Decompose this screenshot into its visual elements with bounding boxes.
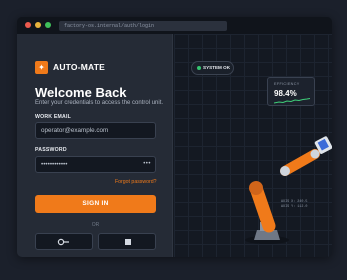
forgot-password-link[interactable]: Forgot password? bbox=[115, 179, 157, 185]
page-subtitle: Enter your credentials to access the con… bbox=[35, 100, 164, 106]
maximize-window-button[interactable] bbox=[45, 22, 51, 28]
robot-upper-arm bbox=[280, 149, 320, 176]
brand-name: AUTO-MATE bbox=[53, 62, 106, 72]
efficiency-label: EFFICIENCY bbox=[274, 82, 300, 86]
key-login-button[interactable] bbox=[35, 233, 93, 250]
key-icon bbox=[57, 238, 69, 246]
square-icon bbox=[125, 239, 131, 245]
robot-wrist-joint bbox=[310, 149, 320, 159]
app-window: factory-os.internal/auth/login ✦ AUTO-MA… bbox=[17, 17, 332, 257]
password-field[interactable]: •••••••••••• ••• bbox=[35, 156, 156, 173]
robot-elbow-joint bbox=[249, 181, 263, 195]
axis-readout: AXIS X: 240.5 AXIS Y: 112.0 bbox=[281, 200, 307, 210]
email-placeholder: operator@example.com bbox=[41, 127, 109, 134]
brand: ✦ AUTO-MATE bbox=[35, 60, 105, 74]
system-status-badge: SYSTEM OK bbox=[191, 61, 234, 75]
password-value: •••••••••••• bbox=[41, 161, 68, 168]
browser-titlebar: factory-os.internal/auth/login bbox=[17, 17, 332, 34]
sso-login-button[interactable] bbox=[98, 233, 156, 250]
email-field[interactable]: operator@example.com bbox=[35, 122, 156, 139]
status-ok-icon bbox=[197, 66, 201, 70]
efficiency-sparkline-icon bbox=[274, 98, 310, 104]
password-label: PASSWORD bbox=[35, 147, 67, 153]
close-window-button[interactable] bbox=[25, 22, 31, 28]
page-title: Welcome Back bbox=[35, 85, 127, 100]
email-label: WORK EMAIL bbox=[35, 114, 72, 120]
system-status-label: SYSTEM OK bbox=[203, 65, 231, 70]
efficiency-value: 98.4% bbox=[274, 89, 297, 98]
brand-logo-icon: ✦ bbox=[35, 60, 48, 74]
sign-in-button[interactable]: SIGN IN bbox=[35, 195, 156, 213]
address-bar[interactable]: factory-os.internal/auth/login bbox=[59, 21, 227, 31]
show-password-icon[interactable]: ••• bbox=[143, 157, 151, 172]
robot-shoulder-joint bbox=[280, 166, 290, 176]
axis-y-readout: AXIS Y: 112.0 bbox=[281, 205, 308, 209]
minimize-window-button[interactable] bbox=[35, 22, 41, 28]
efficiency-card: EFFICIENCY 98.4% bbox=[267, 77, 315, 106]
or-divider: OR bbox=[91, 222, 100, 228]
